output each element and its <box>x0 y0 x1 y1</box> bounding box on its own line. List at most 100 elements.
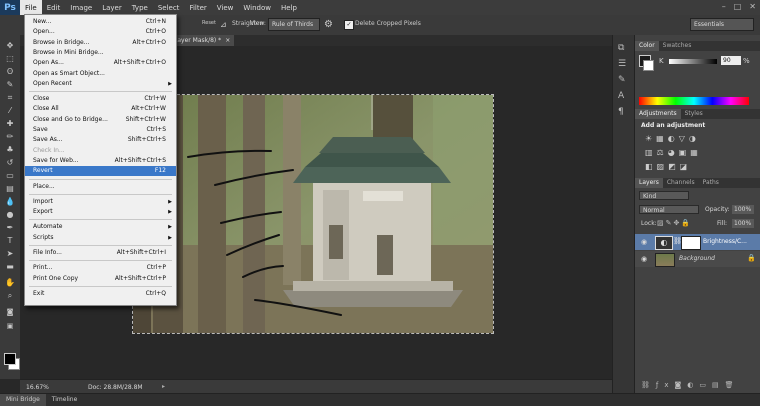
tab-timeline[interactable]: Timeline <box>46 394 84 406</box>
layer-row-background[interactable]: ◉ Background 🔒 <box>635 251 760 267</box>
file-menu-item-automate[interactable]: Automate ▶ <box>25 222 176 232</box>
file-menu-item-browse-in-mini-bridge[interactable]: Browse in Mini Bridge... <box>25 48 176 58</box>
menu-image[interactable]: Image <box>65 0 97 15</box>
file-menu-item-close-all[interactable]: Close All Alt+Ctrl+W <box>25 104 176 114</box>
view-select[interactable]: Rule of Thirds <box>268 18 320 31</box>
healing-brush-icon[interactable]: ✚ <box>4 119 16 129</box>
history-brush-icon[interactable]: ↺ <box>4 158 16 168</box>
file-menu-item-print-one-copy[interactable]: Print One Copy Alt+Shift+Ctrl+P <box>25 274 176 284</box>
file-menu-item-revert[interactable]: Revert F12 <box>25 166 176 177</box>
close-icon[interactable]: ✕ <box>749 2 756 11</box>
marquee-tool-icon[interactable]: ⬚ <box>4 54 16 64</box>
menu-window[interactable]: Window <box>238 0 276 15</box>
layer-mask-thumbnail[interactable] <box>681 236 701 250</box>
file-menu-item-open[interactable]: Open... Ctrl+O <box>25 27 176 37</box>
maximize-icon[interactable]: □ <box>734 2 742 11</box>
move-tool-icon[interactable]: ✥ <box>4 41 16 51</box>
file-menu-item-save-as[interactable]: Save As... Shift+Ctrl+S <box>25 135 176 145</box>
file-menu-item-print[interactable]: Print... Ctrl+P <box>25 263 176 273</box>
straighten-icon[interactable]: ⊿ <box>220 19 230 30</box>
zoom-tool-icon[interactable]: ⌕ <box>4 291 16 301</box>
file-menu-item-file-info[interactable]: File Info... Alt+Shift+Ctrl+I <box>25 248 176 258</box>
lock-icons[interactable]: ▨✎✥🔒 <box>657 219 692 227</box>
file-menu-item-save-for-web[interactable]: Save for Web... Alt+Shift+Ctrl+S <box>25 156 176 166</box>
file-menu-item-export[interactable]: Export ▶ <box>25 207 176 217</box>
file-menu-item-scripts[interactable]: Scripts ▶ <box>25 233 176 243</box>
type-tool-icon[interactable]: T <box>4 236 16 246</box>
tab-mini-bridge[interactable]: Mini Bridge <box>0 394 46 406</box>
workspace-select[interactable]: Essentials <box>690 18 754 31</box>
menu-layer[interactable]: Layer <box>97 0 127 15</box>
file-menu-item-import[interactable]: Import ▶ <box>25 197 176 207</box>
crop-tool-icon[interactable]: ⌗ <box>4 93 16 103</box>
clone-stamp-icon[interactable]: ♣ <box>4 145 16 155</box>
brush-panel-icon[interactable]: ✎ <box>618 75 626 85</box>
k-value[interactable]: 90 <box>721 56 741 65</box>
document-tab[interactable]: Layer Mask/8) * × <box>170 35 235 46</box>
properties-panel-icon[interactable]: ☰ <box>618 59 626 69</box>
color-bg-swatch[interactable] <box>643 60 654 71</box>
minimize-icon[interactable]: – <box>722 2 726 11</box>
lasso-tool-icon[interactable]: ʘ <box>4 67 16 77</box>
paragraph-panel-icon[interactable]: ¶ <box>618 107 624 117</box>
file-menu-item-browse-in-bridge[interactable]: Browse in Bridge... Alt+Ctrl+O <box>25 38 176 48</box>
character-panel-icon[interactable]: A <box>618 91 624 101</box>
visibility-eye-icon[interactable]: ◉ <box>641 238 647 246</box>
layer-row-brightness[interactable]: ◉ ◐ ⛓ Brightness/C... <box>635 234 760 250</box>
file-menu-item-open-as[interactable]: Open As... Alt+Shift+Ctrl+O <box>25 58 176 68</box>
menu-view[interactable]: View <box>212 0 239 15</box>
file-menu-item-open-as-smart-object[interactable]: Open as Smart Object... <box>25 69 176 79</box>
menu-file[interactable]: File <box>20 0 42 15</box>
pen-tool-icon[interactable]: ✒ <box>4 223 16 233</box>
document-tab-close-icon[interactable]: × <box>225 37 230 44</box>
canvas-photo[interactable] <box>132 94 494 334</box>
blend-mode-select[interactable]: Normal <box>639 205 699 214</box>
dodge-tool-icon[interactable]: ● <box>4 210 16 220</box>
color-spectrum[interactable] <box>639 97 749 105</box>
tab-swatches[interactable]: Swatches <box>659 41 696 51</box>
layer-name[interactable]: Brightness/C... <box>703 238 747 245</box>
file-menu-item-save[interactable]: Save Ctrl+S <box>25 125 176 135</box>
menu-help[interactable]: Help <box>276 0 302 15</box>
file-menu-item-place[interactable]: Place... <box>25 182 176 192</box>
tab-channels[interactable]: Channels <box>663 178 699 188</box>
delete-cropped-checkbox[interactable]: ✓ <box>344 20 354 30</box>
file-menu-item-open-recent[interactable]: Open Recent ▶ <box>25 79 176 89</box>
layer-filter-select[interactable]: Kind <box>639 191 689 200</box>
tab-adjustments[interactable]: Adjustments <box>635 109 681 119</box>
file-menu-item-close[interactable]: Close Ctrl+W <box>25 94 176 104</box>
shape-tool-icon[interactable]: ▬ <box>4 262 16 272</box>
eraser-tool-icon[interactable]: ▭ <box>4 171 16 181</box>
fill-value[interactable]: 100% <box>732 219 754 228</box>
reset-fragment[interactable]: Reset <box>202 20 216 26</box>
path-select-icon[interactable]: ➤ <box>4 249 16 259</box>
menu-edit[interactable]: Edit <box>42 0 66 15</box>
blur-tool-icon[interactable]: 💧 <box>4 197 16 207</box>
visibility-eye-icon[interactable]: ◉ <box>641 255 647 263</box>
tab-color[interactable]: Color <box>635 41 659 51</box>
file-menu-item-close-and-go-to-bridge[interactable]: Close and Go to Bridge... Shift+Ctrl+W <box>25 115 176 125</box>
zoom-level[interactable]: 16.67% <box>26 384 49 391</box>
adjustment-icons[interactable]: ☀▦◐▽◑ ▥⚖◕▣▦ ◧▨◩◪ <box>645 132 745 177</box>
brush-tool-icon[interactable]: ✏ <box>4 132 16 142</box>
history-panel-icon[interactable]: ⧉ <box>618 43 624 53</box>
hand-tool-icon[interactable]: ✋ <box>4 278 16 288</box>
menu-filter[interactable]: Filter <box>184 0 211 15</box>
quick-select-tool-icon[interactable]: ✎ <box>4 80 16 90</box>
gear-icon[interactable]: ⚙ <box>324 18 333 31</box>
menu-type[interactable]: Type <box>127 0 153 15</box>
tab-styles[interactable]: Styles <box>681 109 707 119</box>
foreground-color-swatch[interactable] <box>4 353 16 365</box>
opacity-value[interactable]: 100% <box>732 205 754 214</box>
status-arrow-icon[interactable]: ▸ <box>162 383 165 390</box>
file-menu-item-new[interactable]: New... Ctrl+N <box>25 17 176 27</box>
tab-layers[interactable]: Layers <box>635 178 663 188</box>
file-menu-item-exit[interactable]: Exit Ctrl+Q <box>25 289 176 299</box>
quick-mask-icon[interactable]: ◙ <box>4 307 16 317</box>
gradient-tool-icon[interactable]: ▤ <box>4 184 16 194</box>
layer-name[interactable]: Background <box>679 255 715 262</box>
menu-select[interactable]: Select <box>153 0 185 15</box>
screen-mode-icon[interactable]: ▣ <box>4 321 16 331</box>
k-slider[interactable] <box>669 59 717 64</box>
layer-panel-footer-icons[interactable]: ⛓ƒx◙◐▭▤🗑 <box>641 381 740 389</box>
